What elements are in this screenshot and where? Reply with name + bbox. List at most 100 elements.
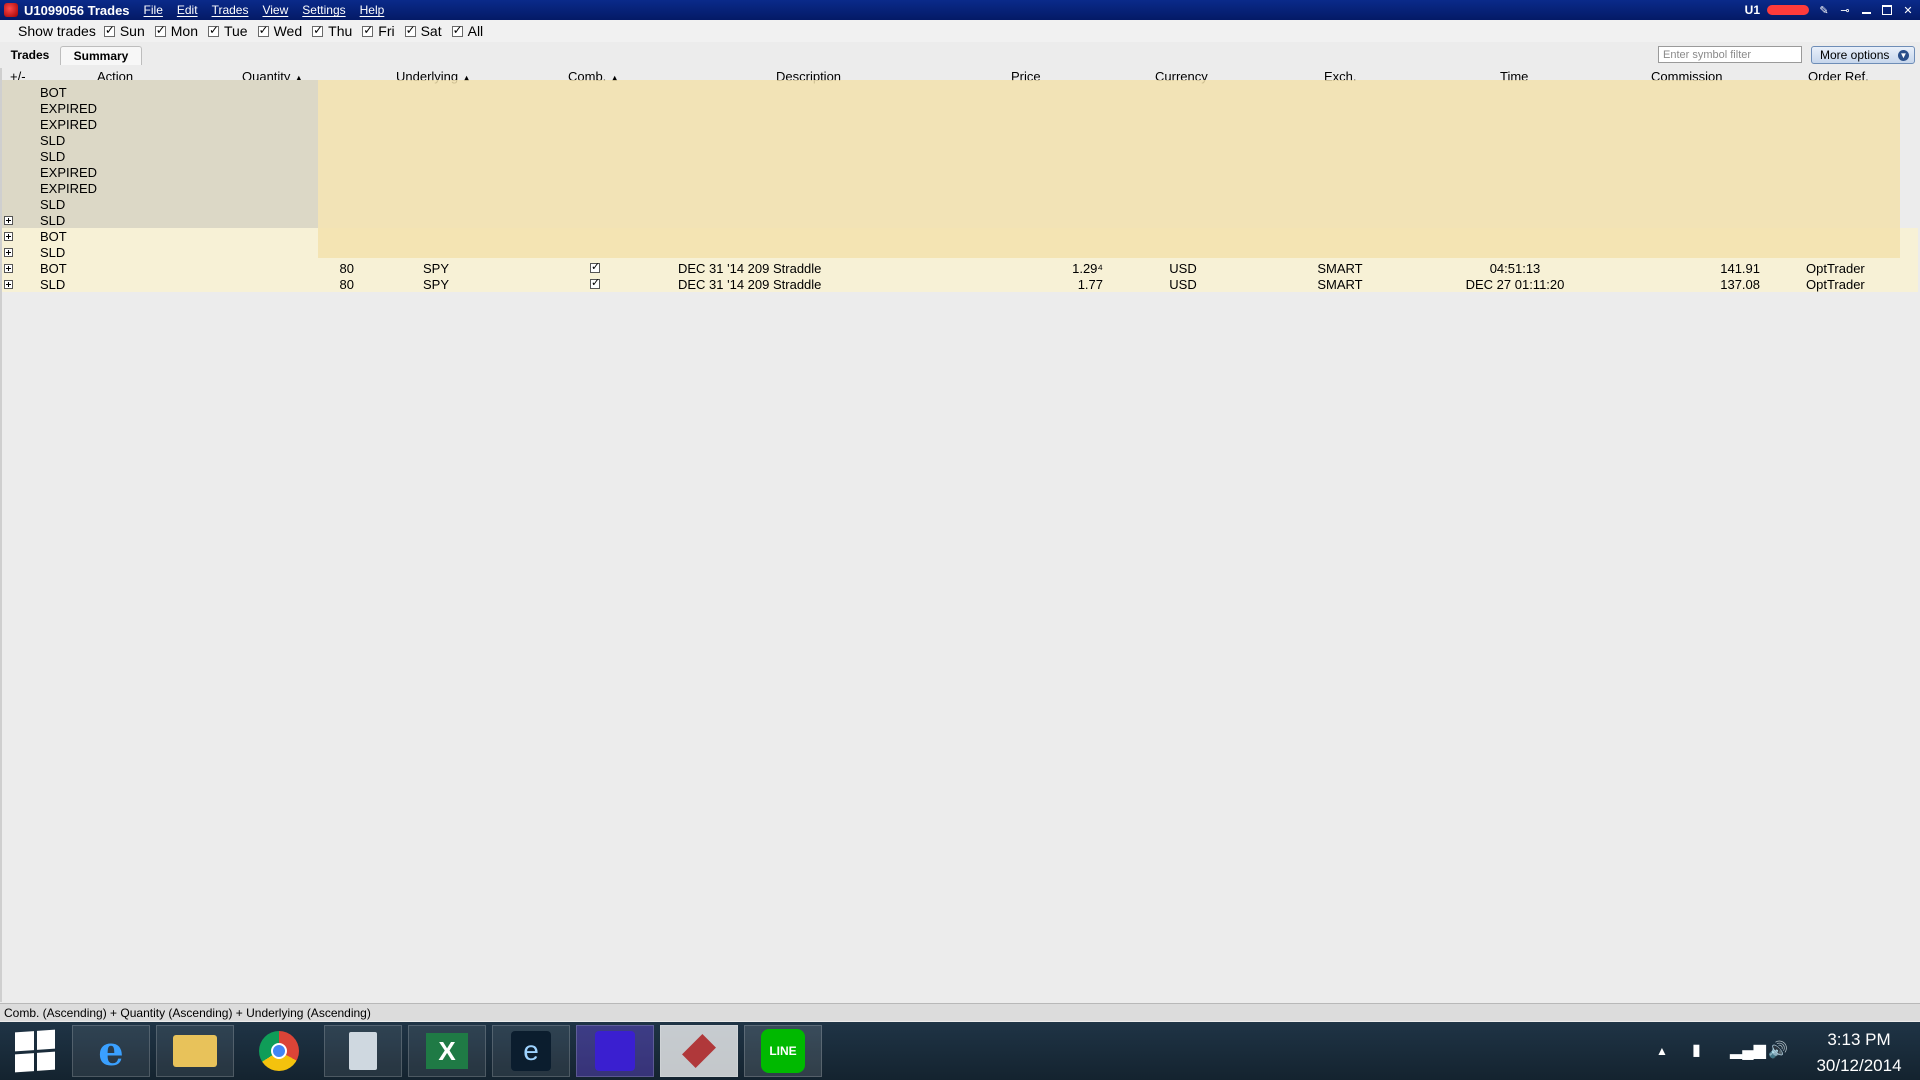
show-trades-label: Show trades [18,23,96,39]
table-row[interactable]: EXPIRED [0,165,1920,181]
table-row[interactable]: BOT 80 SPY DEC 31 '14 209 Straddle 1.29⁴… [0,260,1920,277]
table-row[interactable]: SLD [0,133,1920,149]
menu-settings[interactable]: Settings [302,3,345,17]
checkbox-icon[interactable] [207,23,219,37]
checkbox-icon[interactable] [312,23,323,37]
line-app-icon[interactable]: LINE [744,1025,822,1077]
volume-icon[interactable]: 🔊 [1768,1040,1788,1060]
day-checkbox-wed[interactable]: Wed [257,23,303,39]
battery-icon[interactable]: ▮ [1692,1040,1701,1060]
time-cell: 04:51:13 [1489,261,1541,276]
internet-explorer-icon[interactable]: e [72,1025,150,1077]
symbol-filter-input[interactable] [1658,46,1802,63]
wrench-icon[interactable]: ✎ [1818,4,1830,17]
day-checkbox-tue[interactable]: Tue [207,23,248,39]
checkbox-icon[interactable] [103,23,115,37]
action-cell: BOT [40,85,67,100]
expand-icon[interactable] [4,216,13,225]
action-cell: BOT [40,261,67,276]
action-cell: SLD [40,245,66,260]
menu-file[interactable]: File [144,3,163,17]
menu-help[interactable]: Help [360,3,385,17]
exch-cell: SMART [1317,277,1363,292]
close-button[interactable]: ✕ [1902,4,1914,17]
table-row[interactable]: SLD [0,149,1920,165]
checkbox-icon[interactable] [404,23,416,37]
more-options-button[interactable]: More options ▼ [1811,46,1915,64]
day-label: Sun [119,23,145,39]
day-checkbox-fri[interactable]: Fri [362,23,395,39]
network-signal-icon[interactable]: ▂▄▆ [1730,1040,1766,1060]
menu-edit[interactable]: Edit [177,3,198,17]
description-cell: DEC 31 '14 209 Straddle [678,277,822,292]
action-cell: SLD [40,197,66,212]
table-row[interactable]: SLD 80 SPY DEC 31 '14 209 Straddle 1.77 … [0,276,1920,293]
show-trades-bar: Show trades Sun Mon Tue Wed Thu Fri Sat … [0,20,1920,42]
action-cell: EXPIRED [40,181,98,196]
chevron-down-icon: ▼ [1898,50,1909,61]
account-label: U1 [1744,3,1760,17]
checkbox-icon[interactable] [451,23,463,37]
show-hidden-icons-icon[interactable]: ▲ [1656,1044,1668,1058]
day-label: All [467,23,484,39]
action-cell: BOT [40,229,67,244]
checkbox-icon[interactable] [154,23,166,37]
more-options-label: More options [1820,48,1890,62]
table-row[interactable]: BOT [0,85,1920,101]
excel-icon[interactable]: X [408,1025,486,1077]
day-label: Wed [273,23,303,39]
commission-cell: 137.08 [1720,277,1760,292]
tab-summary[interactable]: Summary [60,46,142,65]
table-row[interactable]: EXPIRED [0,101,1920,117]
windows-taskbar: e X e LINE ▲ ▮ ▂▄▆ 🔊 [0,1022,1920,1080]
description-cell: DEC 31 '14 209 Straddle [678,261,822,276]
media-app-icon[interactable] [576,1025,654,1077]
pin-icon[interactable]: ⊸ [1839,4,1851,17]
maximize-button[interactable] [1881,4,1893,16]
table-row[interactable]: BOT [0,229,1920,245]
action-cell: SLD [40,149,66,164]
comb-checkbox[interactable] [590,260,600,273]
menu-view[interactable]: View [262,3,288,17]
redacted-account-mark [1767,5,1809,15]
calculator-icon[interactable] [324,1025,402,1077]
table-row[interactable]: SLD [0,197,1920,213]
table-row[interactable]: EXPIRED [0,117,1920,133]
expand-icon[interactable] [4,264,13,273]
action-cell: SLD [40,213,66,228]
table-row[interactable]: SLD [0,245,1920,261]
ebook-reader-icon[interactable]: e [492,1025,570,1077]
sort-status-bar: Comb. (Ascending) + Quantity (Ascending)… [0,1003,1920,1021]
day-checkbox-all[interactable]: All [451,23,484,39]
quantity-cell: 80 [339,261,354,276]
minimize-button[interactable] [1860,4,1872,16]
checkbox-icon[interactable] [362,23,373,37]
day-checkbox-mon[interactable]: Mon [154,23,198,39]
tab-trades[interactable]: Trades [4,46,56,64]
clock-date[interactable]: 30/12/2014 [1804,1056,1914,1076]
underlying-cell: SPY [422,261,449,276]
table-row[interactable]: EXPIRED [0,181,1920,197]
day-checkbox-thu[interactable]: Thu [312,23,352,39]
price-cell: 1.29⁴ [1072,261,1103,276]
comb-checkbox[interactable] [590,276,600,289]
file-explorer-icon[interactable] [156,1025,234,1077]
expand-icon[interactable] [4,280,13,289]
order-ref-cell: OptTrader [1806,277,1865,292]
currency-cell: USD [1169,261,1197,276]
time-cell: DEC 27 01:11:20 [1465,277,1565,292]
checkbox-icon[interactable] [257,23,269,37]
trading-app-icon[interactable] [660,1025,738,1077]
day-checkbox-sun[interactable]: Sun [103,23,145,39]
chrome-icon[interactable] [240,1025,318,1077]
day-checkbox-sat[interactable]: Sat [404,23,442,39]
expand-icon[interactable] [4,232,13,241]
table-row[interactable]: SLD [0,213,1920,229]
action-cell: SLD [40,277,66,292]
title-bar: U1099056 Trades File Edit Trades View Se… [0,0,1920,20]
expand-icon[interactable] [4,248,13,257]
currency-cell: USD [1169,277,1197,292]
clock-time[interactable]: 3:13 PM [1822,1030,1896,1050]
start-button[interactable] [2,1025,68,1077]
menu-trades[interactable]: Trades [212,3,249,17]
